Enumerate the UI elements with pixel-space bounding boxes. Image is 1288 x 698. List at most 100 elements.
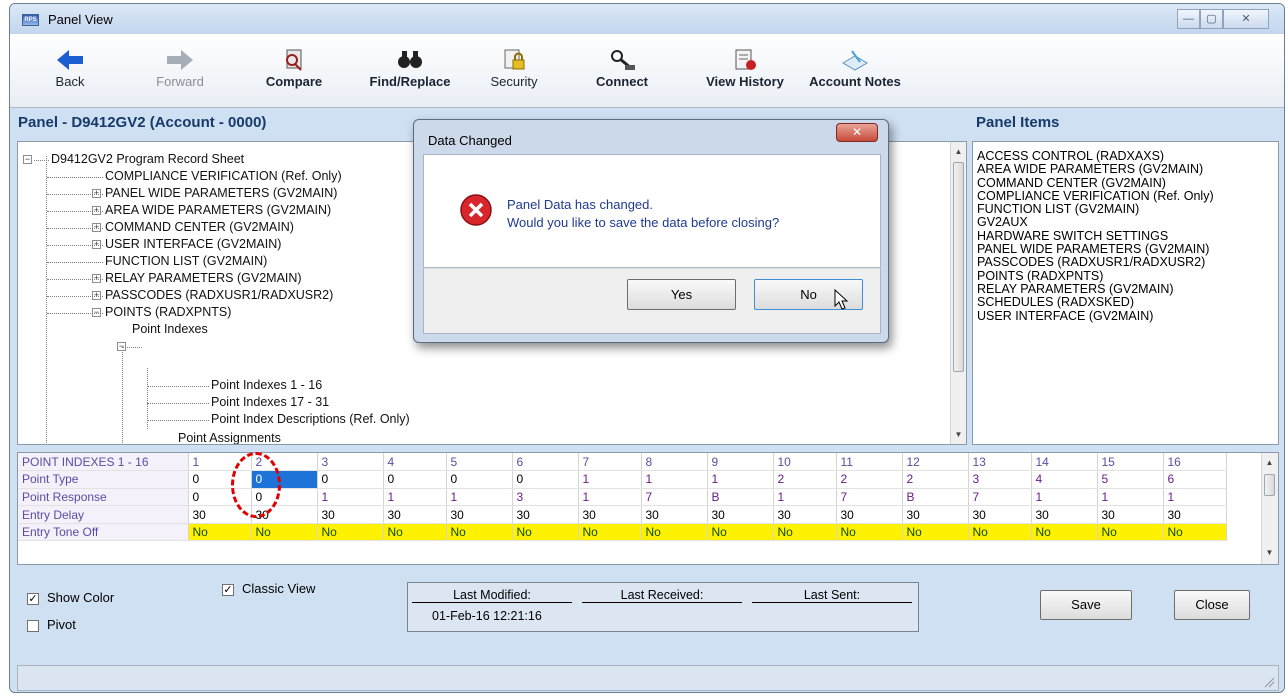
- grid-cell[interactable]: 3: [968, 470, 1032, 489]
- grid-cell[interactable]: 1: [1097, 488, 1164, 507]
- grid-cell[interactable]: No: [383, 523, 447, 542]
- grid-cell[interactable]: 30: [968, 505, 1032, 524]
- grid-cell[interactable]: 7: [968, 488, 1032, 507]
- grid-cell[interactable]: No: [707, 523, 774, 542]
- panel-item[interactable]: ACCESS CONTROL (RADXAXS): [977, 149, 1278, 163]
- grid-cell[interactable]: 30: [317, 505, 384, 524]
- compare-button[interactable]: Compare: [258, 48, 330, 89]
- grid-cell[interactable]: No: [1097, 523, 1164, 542]
- account-notes-button[interactable]: Account Notes: [800, 48, 910, 89]
- grid-cell[interactable]: 6: [1163, 470, 1227, 489]
- grid-cell[interactable]: 7: [641, 488, 708, 507]
- title-bar[interactable]: RPS Panel View — ▢ ✕: [10, 4, 1284, 34]
- tree-scrollbar[interactable]: ▲ ▼: [950, 142, 966, 444]
- grid-cell[interactable]: No: [641, 523, 708, 542]
- grid-cell[interactable]: 0: [317, 470, 384, 489]
- tree-item-root[interactable]: D9412GV2 Program Record Sheet: [51, 152, 244, 166]
- view-history-button[interactable]: View History: [700, 48, 790, 89]
- grid-cell[interactable]: 2: [773, 470, 837, 489]
- tree-item-point-index-descriptions[interactable]: Point Index Descriptions (Ref. Only): [211, 412, 410, 426]
- grid-cell[interactable]: 1: [446, 488, 513, 507]
- dialog-yes-button[interactable]: Yes: [627, 279, 736, 310]
- show-color-checkbox[interactable]: ✓: [27, 593, 39, 605]
- tree-item-point-assignments[interactable]: Point Assignments: [178, 431, 281, 444]
- grid-cell[interactable]: No: [902, 523, 969, 542]
- grid-scroll-down-icon[interactable]: ▼: [1262, 545, 1277, 560]
- panel-item[interactable]: HARDWARE SWITCH SETTINGS: [977, 229, 1278, 243]
- scroll-up-arrow-icon[interactable]: ▲: [951, 144, 966, 159]
- grid-cell[interactable]: No: [773, 523, 837, 542]
- tree-item-user-interface[interactable]: USER INTERFACE (GV2MAIN): [105, 237, 281, 251]
- panel-item[interactable]: GV2AUX: [977, 216, 1278, 230]
- scroll-down-arrow-icon[interactable]: ▼: [951, 427, 966, 442]
- grid-cell[interactable]: B: [902, 488, 969, 507]
- grid-cell[interactable]: No: [446, 523, 513, 542]
- grid-cell[interactable]: 1: [773, 488, 837, 507]
- grid-cell[interactable]: 0: [446, 470, 513, 489]
- resize-grip-icon[interactable]: [1263, 676, 1275, 688]
- grid-cell[interactable]: 30: [512, 505, 579, 524]
- grid-cell[interactable]: No: [512, 523, 579, 542]
- grid-cell[interactable]: No: [578, 523, 642, 542]
- tree-item-point-indexes-1-16[interactable]: Point Indexes 1 - 16: [211, 378, 322, 392]
- tree-item-area-wide[interactable]: AREA WIDE PARAMETERS (GV2MAIN): [105, 203, 331, 217]
- panel-item[interactable]: POINTS (RADXPNTS): [977, 269, 1278, 283]
- grid-cell[interactable]: 1: [707, 470, 774, 489]
- classic-view-checkbox[interactable]: ✓: [222, 584, 234, 596]
- connect-button[interactable]: Connect: [590, 48, 654, 89]
- grid-cell[interactable]: 30: [836, 505, 903, 524]
- grid-cell[interactable]: 2: [836, 470, 903, 489]
- grid-cell[interactable]: 1: [1163, 488, 1227, 507]
- grid-cell[interactable]: 30: [1031, 505, 1098, 524]
- grid-cell[interactable]: 3: [512, 488, 579, 507]
- tree-item-points[interactable]: POINTS (RADXPNTS): [105, 305, 231, 319]
- tree-item-command-center[interactable]: COMMAND CENTER (GV2MAIN): [105, 220, 294, 234]
- panel-item[interactable]: USER INTERFACE (GV2MAIN): [977, 309, 1278, 323]
- grid-cell[interactable]: 1: [578, 488, 642, 507]
- grid-cell[interactable]: 30: [707, 505, 774, 524]
- panel-item[interactable]: PASSCODES (RADXUSR1/RADXUSR2): [977, 256, 1278, 270]
- tree-item-compliance[interactable]: COMPLIANCE VERIFICATION (Ref. Only): [105, 169, 342, 183]
- panel-item[interactable]: AREA WIDE PARAMETERS (GV2MAIN): [977, 162, 1278, 176]
- security-button[interactable]: Security: [482, 48, 546, 89]
- grid-cell[interactable]: 1: [317, 488, 384, 507]
- panel-item[interactable]: COMMAND CENTER (GV2MAIN): [977, 176, 1278, 190]
- forward-button[interactable]: Forward: [148, 48, 212, 89]
- grid-cell[interactable]: No: [1031, 523, 1098, 542]
- tree-item-function-list[interactable]: FUNCTION LIST (GV2MAIN): [105, 254, 267, 268]
- maximize-button[interactable]: ▢: [1200, 9, 1223, 29]
- grid-cell[interactable]: No: [836, 523, 903, 542]
- grid-cell[interactable]: B: [707, 488, 774, 507]
- tree-root-collapse[interactable]: −: [23, 155, 32, 164]
- tree-item-panel-wide[interactable]: PANEL WIDE PARAMETERS (GV2MAIN): [105, 186, 337, 200]
- pivot-checkbox[interactable]: [27, 620, 39, 632]
- grid-scroll-up-icon[interactable]: ▲: [1262, 455, 1277, 470]
- grid-cell[interactable]: 0: [383, 470, 447, 489]
- grid-cell[interactable]: 0: [512, 470, 579, 489]
- grid-cell[interactable]: No: [251, 523, 318, 542]
- grid-cell[interactable]: No: [188, 523, 252, 542]
- grid-cell[interactable]: 30: [773, 505, 837, 524]
- panel-item[interactable]: PANEL WIDE PARAMETERS (GV2MAIN): [977, 242, 1278, 256]
- panel-item[interactable]: RELAY PARAMETERS (GV2MAIN): [977, 282, 1278, 296]
- grid-cell[interactable]: No: [1163, 523, 1227, 542]
- tree-item-point-indexes[interactable]: Point Indexes: [132, 322, 208, 336]
- grid-cell[interactable]: 2: [902, 470, 969, 489]
- panel-item[interactable]: FUNCTION LIST (GV2MAIN): [977, 202, 1278, 216]
- grid-scrollbar[interactable]: ▲ ▼: [1261, 453, 1278, 564]
- close-button[interactable]: Close: [1174, 590, 1250, 620]
- grid-cell[interactable]: 30: [383, 505, 447, 524]
- find-replace-button[interactable]: Find/Replace: [368, 48, 452, 89]
- grid-cell[interactable]: 7: [836, 488, 903, 507]
- tree-item-passcodes[interactable]: PASSCODES (RADXUSR1/RADXUSR2): [105, 288, 333, 302]
- grid-cell[interactable]: 1: [641, 470, 708, 489]
- window-close-button[interactable]: ✕: [1223, 9, 1269, 29]
- grid-cell[interactable]: No: [968, 523, 1032, 542]
- panel-item[interactable]: COMPLIANCE VERIFICATION (Ref. Only): [977, 189, 1278, 203]
- back-button[interactable]: Back: [42, 48, 98, 89]
- grid-cell[interactable]: 30: [578, 505, 642, 524]
- grid-scroll-thumb[interactable]: [1264, 474, 1275, 496]
- tree-scroll-thumb[interactable]: [953, 162, 964, 372]
- save-button[interactable]: Save: [1040, 590, 1132, 620]
- panel-item[interactable]: SCHEDULES (RADXSKED): [977, 295, 1278, 309]
